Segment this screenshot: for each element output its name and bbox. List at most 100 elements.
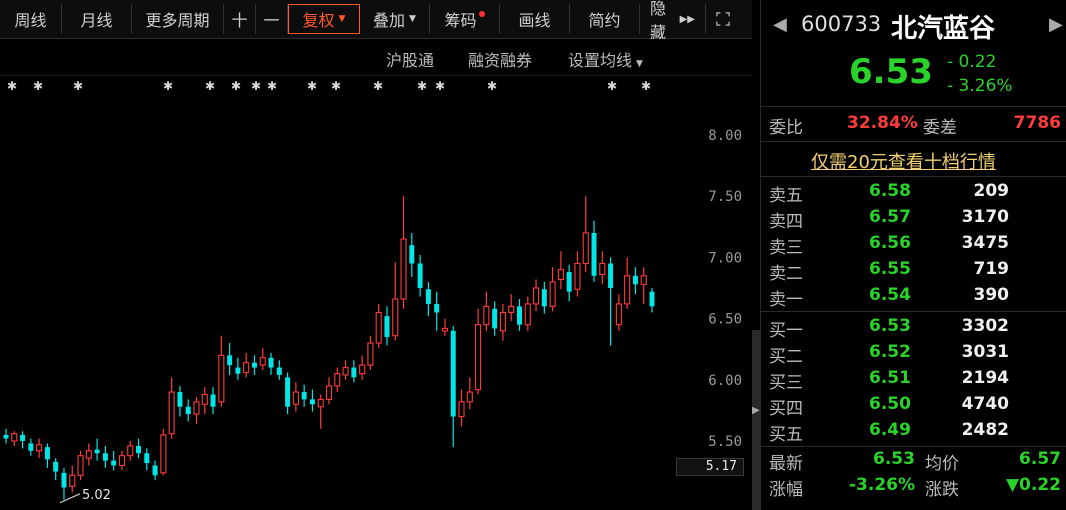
- candle[interactable]: [400, 196, 407, 309]
- candle[interactable]: [541, 281, 547, 314]
- candle[interactable]: [11, 431, 18, 446]
- candle[interactable]: [334, 367, 341, 393]
- order-book-row[interactable]: 买二 6.52 3031: [761, 340, 1066, 367]
- candle[interactable]: [591, 220, 597, 282]
- candle[interactable]: [615, 294, 622, 331]
- candle[interactable]: [409, 232, 415, 277]
- candle[interactable]: [392, 262, 399, 341]
- order-book-row[interactable]: 买五 6.49 2482: [761, 418, 1066, 445]
- candle[interactable]: [61, 467, 67, 500]
- candle[interactable]: [450, 325, 456, 448]
- candle[interactable]: [136, 438, 142, 459]
- event-marker-icon[interactable]: ✱: [641, 79, 651, 93]
- candle[interactable]: [359, 355, 366, 380]
- event-marker-icon[interactable]: ✱: [373, 79, 383, 93]
- candle[interactable]: [425, 281, 431, 317]
- kline-svg[interactable]: 8.00 7.50 7.00 6.50 6.00 5.50 ✱ ✱ ✱ ✱ ✱ ✱ ✱ ✱ ✱ ✱ ✱ ✱ ✱ ✱ ✱ ✱…: [0, 76, 752, 510]
- level2-upgrade-link[interactable]: 仅需20元查看十档行情: [811, 148, 996, 174]
- candle[interactable]: [77, 450, 84, 481]
- candle[interactable]: [127, 441, 134, 461]
- candle[interactable]: [640, 267, 647, 304]
- candle[interactable]: [483, 291, 490, 331]
- candle[interactable]: [533, 279, 540, 312]
- candle[interactable]: [160, 428, 167, 476]
- candle[interactable]: [434, 291, 440, 331]
- candle[interactable]: [384, 306, 390, 346]
- candle[interactable]: [218, 335, 225, 407]
- candle[interactable]: [458, 389, 465, 427]
- candle[interactable]: [574, 251, 581, 297]
- hide-button[interactable]: 隐藏 ▶▶: [640, 0, 706, 42]
- event-marker-icon[interactable]: ✱: [417, 79, 427, 93]
- candle[interactable]: [492, 301, 498, 336]
- monthly-tab[interactable]: 月线: [62, 4, 132, 34]
- event-marker-icon[interactable]: ✱: [7, 79, 17, 93]
- candle[interactable]: [649, 288, 655, 313]
- order-book-row[interactable]: 卖五 6.58 209: [761, 179, 1066, 206]
- next-stock-icon[interactable]: ▶: [1049, 14, 1063, 35]
- candle[interactable]: [441, 318, 448, 336]
- candle[interactable]: [375, 303, 382, 348]
- margin-trading-link[interactable]: 融资融券: [468, 47, 532, 71]
- candle[interactable]: [268, 352, 274, 375]
- event-marker-icon[interactable]: ✱: [205, 79, 215, 93]
- candle[interactable]: [632, 267, 638, 295]
- event-marker-icon[interactable]: ✱: [251, 79, 261, 93]
- order-book-row[interactable]: 买一 6.53 3302: [761, 314, 1066, 341]
- candle[interactable]: [259, 347, 266, 371]
- candle[interactable]: [3, 428, 9, 444]
- candle[interactable]: [301, 384, 307, 407]
- candle[interactable]: [342, 360, 349, 380]
- candle[interactable]: [309, 389, 315, 412]
- candle[interactable]: [624, 257, 631, 309]
- candle[interactable]: [243, 352, 250, 378]
- candle[interactable]: [524, 296, 531, 331]
- candle[interactable]: [325, 377, 333, 405]
- scroll-grip-icon[interactable]: ▶: [752, 405, 760, 419]
- candle[interactable]: [367, 335, 374, 371]
- order-book-row[interactable]: 卖二 6.55 719: [761, 257, 1066, 284]
- event-marker-icon[interactable]: ✱: [435, 79, 445, 93]
- crosshair-button[interactable]: 十: [224, 4, 256, 34]
- candle[interactable]: [251, 355, 257, 375]
- hk-connect-link[interactable]: 沪股通: [386, 47, 434, 71]
- candle[interactable]: [94, 438, 100, 461]
- candle[interactable]: [292, 382, 299, 412]
- candle[interactable]: [351, 360, 357, 383]
- event-marker-icon[interactable]: ✱: [607, 79, 617, 93]
- ma-settings-dropdown[interactable]: 设置均线 ▼: [568, 47, 643, 71]
- candle[interactable]: [85, 443, 92, 466]
- candle[interactable]: [20, 431, 26, 449]
- event-marker-icon[interactable]: ✱: [33, 79, 43, 93]
- event-marker-icon[interactable]: ✱: [267, 79, 277, 93]
- candle[interactable]: [285, 372, 291, 415]
- draw-line-button[interactable]: 画线: [500, 4, 570, 34]
- order-book-row[interactable]: 买四 6.50 4740: [761, 392, 1066, 419]
- candle[interactable]: [475, 308, 482, 395]
- candle[interactable]: [235, 357, 241, 380]
- candle[interactable]: [118, 450, 125, 471]
- candle[interactable]: [417, 254, 423, 297]
- adjust-dropdown[interactable]: 复权 ▼: [288, 4, 360, 34]
- expand-icon[interactable]: [706, 4, 740, 34]
- candle[interactable]: [69, 465, 76, 493]
- chart-scrollbar[interactable]: [752, 330, 760, 510]
- more-periods-tab[interactable]: 更多周期: [132, 4, 224, 34]
- candle[interactable]: [193, 396, 200, 424]
- event-marker-icon[interactable]: ✱: [73, 79, 83, 93]
- candle[interactable]: [608, 257, 614, 346]
- candle[interactable]: [144, 448, 150, 471]
- event-marker-icon[interactable]: ✱: [487, 79, 497, 93]
- order-book-row[interactable]: 卖三 6.56 3475: [761, 231, 1066, 258]
- event-marker-icon[interactable]: ✱: [331, 79, 341, 93]
- candle[interactable]: [168, 377, 175, 439]
- minus-button[interactable]: 一: [256, 4, 288, 34]
- candle[interactable]: [44, 443, 50, 468]
- chips-button[interactable]: 筹码: [430, 4, 500, 34]
- candle[interactable]: [111, 450, 117, 471]
- candle[interactable]: [599, 251, 606, 285]
- candle[interactable]: [152, 460, 158, 481]
- candle[interactable]: [508, 294, 515, 322]
- candle[interactable]: [317, 394, 324, 429]
- candle[interactable]: [549, 267, 556, 312]
